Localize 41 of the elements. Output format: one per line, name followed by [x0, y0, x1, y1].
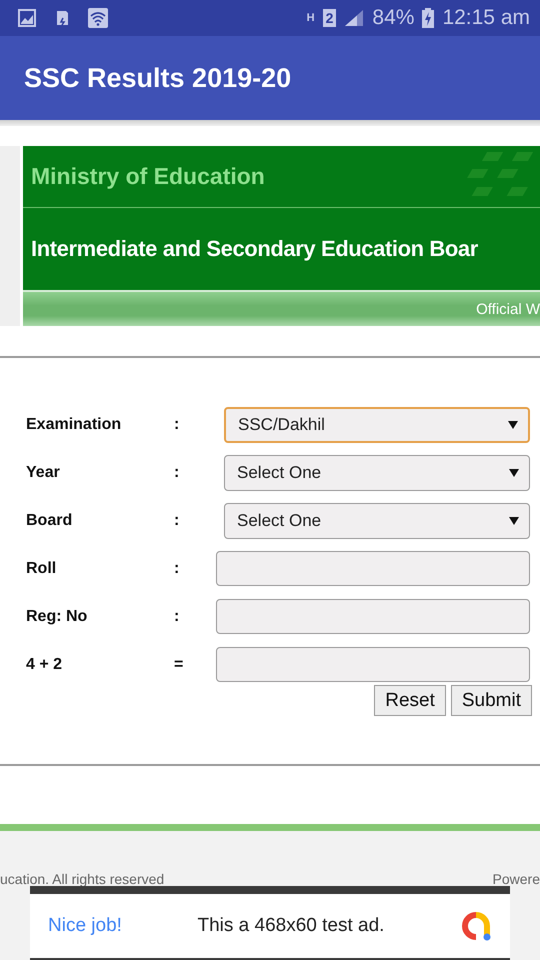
ad-text: This a 468x60 test ad.: [197, 915, 384, 937]
dropdown[interactable]: Select One: [224, 502, 530, 538]
image-icon: [18, 9, 36, 27]
separator-label: :: [174, 560, 180, 578]
separator-label: :: [174, 512, 180, 530]
ad-headline[interactable]: Nice job!: [48, 915, 122, 937]
input-field[interactable]: [216, 647, 530, 682]
ministry-title: Ministry of Education: [30, 163, 265, 190]
sd-card-icon: [54, 10, 70, 26]
separator-label: :: [174, 416, 180, 434]
field-label: Reg: No: [26, 608, 88, 626]
battery-percent: 84%: [372, 6, 414, 30]
board-title: Intermediate and Secondary Education Boar: [30, 236, 478, 262]
dropdown-arrow-icon: [509, 468, 519, 476]
dropdown-arrow-icon: [508, 420, 518, 428]
sim-slot-label: 2: [322, 9, 336, 27]
form-button[interactable]: Reset: [374, 685, 446, 716]
form-button[interactable]: Submit: [450, 685, 532, 716]
ad-logo-icon: [460, 910, 492, 942]
separator-label: :: [174, 464, 180, 482]
separator-label: :: [174, 608, 180, 626]
field-label: Board: [26, 512, 74, 530]
signal-icon: [344, 9, 364, 27]
network-type-label: H: [306, 12, 315, 24]
input-field[interactable]: [216, 551, 530, 586]
clock: 12:15 am: [442, 6, 530, 30]
battery-charging-icon: [422, 8, 434, 28]
app-title: SSC Results 2019-20: [24, 62, 292, 94]
powered-by-text: Powere: [492, 871, 540, 889]
input-field[interactable]: [216, 599, 530, 634]
field-label: Roll: [26, 560, 58, 578]
dropdown[interactable]: Select One: [224, 454, 530, 490]
ribbon-text: Official W: [476, 300, 540, 318]
dropdown[interactable]: SSC/Dakhil: [224, 406, 530, 442]
field-label: Examination: [26, 416, 122, 434]
field-label: 4 + 2: [26, 656, 64, 674]
field-label: Year: [26, 464, 61, 482]
dropdown-arrow-icon: [509, 516, 519, 524]
copyright-text: ucation. All rights reserved: [0, 871, 164, 889]
separator-label: =: [174, 656, 184, 674]
wifi-icon: [88, 8, 108, 28]
